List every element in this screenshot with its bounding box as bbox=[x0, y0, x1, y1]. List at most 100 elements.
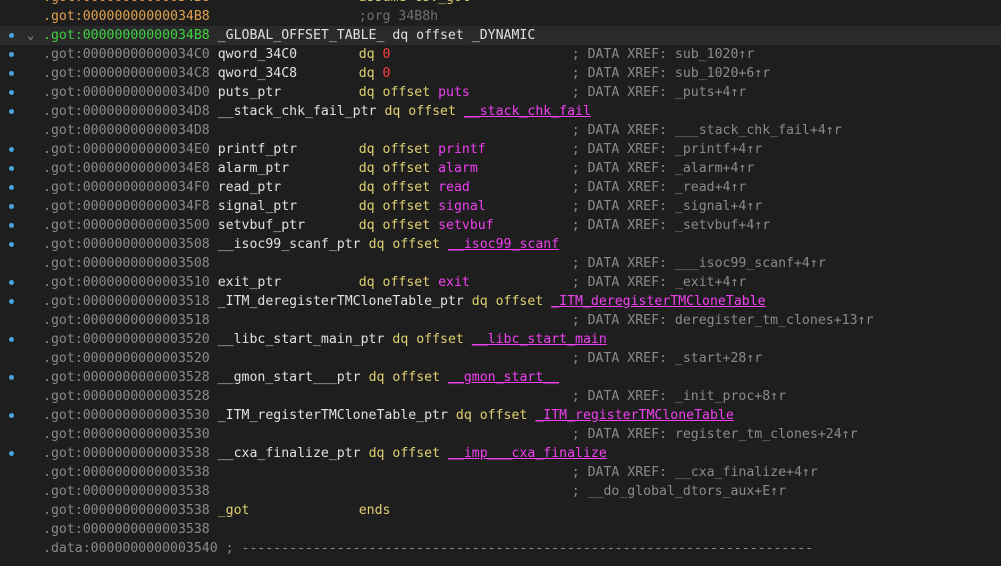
disassembly-view[interactable]: .got:00000000000034B8 assume cs:_got.got… bbox=[0, 0, 1001, 558]
listing-line[interactable]: .got:0000000000003500 setvbuf_ptr dq offs… bbox=[0, 216, 1001, 235]
xref-comment[interactable]: ; DATA XREF: _init_proc+8↑r bbox=[572, 389, 786, 404]
xref-comment[interactable]: ; DATA XREF: ___isoc99_scanf+4↑r bbox=[572, 256, 826, 271]
listing-line[interactable]: .got:0000000000003538 bbox=[0, 520, 1001, 539]
listing-line[interactable]: .got:0000000000003530 _ITM_registerTMClo… bbox=[0, 406, 1001, 425]
listing-line[interactable]: .got:0000000000003510 exit_ptr dq offset … bbox=[0, 273, 1001, 292]
operand-value[interactable]: __gmon_start__ bbox=[448, 370, 559, 385]
breakpoint-dot-icon[interactable] bbox=[9, 52, 14, 57]
listing-line[interactable]: .got:0000000000003508 __isoc99_scanf_ptr… bbox=[0, 235, 1001, 254]
xref-comment[interactable]: ; DATA XREF: _setvbuf+4↑r bbox=[572, 218, 771, 233]
label-name[interactable]: _ITM_deregisterTMCloneTable_ptr bbox=[218, 294, 464, 309]
listing-line[interactable]: .got:0000000000003530 ; DATA XREF: regis… bbox=[0, 425, 1001, 444]
listing-line[interactable]: .got:0000000000003528 __gmon_start___ptr… bbox=[0, 368, 1001, 387]
label-name[interactable]: __gmon_start___ptr bbox=[218, 370, 361, 385]
label-name[interactable]: qword_34C8 bbox=[218, 64, 359, 83]
xref-comment[interactable]: ; DATA XREF: _signal+4↑r bbox=[572, 199, 763, 214]
listing-line[interactable]: .got:0000000000003538 ; DATA XREF: __cxa… bbox=[0, 463, 1001, 482]
operand-value[interactable]: _ITM_registerTMCloneTable bbox=[535, 408, 734, 423]
xref-comment[interactable]: ; DATA XREF: deregister_tm_clones+13↑r bbox=[572, 313, 874, 328]
listing-line[interactable]: .got:0000000000003508 ; DATA XREF: ___is… bbox=[0, 254, 1001, 273]
label-name[interactable]: setvbuf_ptr bbox=[218, 216, 359, 235]
xref-comment[interactable]: ; __do_global_dtors_aux+E↑r bbox=[572, 484, 786, 499]
label-name[interactable]: __stack_chk_fail_ptr bbox=[218, 104, 377, 119]
xref-comment[interactable]: ; DATA XREF: ___stack_chk_fail+4↑r bbox=[572, 123, 842, 138]
label-name[interactable]: read_ptr bbox=[218, 178, 359, 197]
listing-line[interactable]: .got:0000000000003520 ; DATA XREF: _star… bbox=[0, 349, 1001, 368]
listing-line[interactable]: .got:00000000000034E0 printf_ptr dq offse… bbox=[0, 140, 1001, 159]
listing-line[interactable]: .got:0000000000003518 _ITM_deregisterTMC… bbox=[0, 292, 1001, 311]
fold-chevron-icon[interactable]: ⌄ bbox=[27, 26, 34, 45]
breakpoint-dot-icon[interactable] bbox=[9, 223, 14, 228]
listing-line[interactable]: .got:00000000000034B8 assume cs:_got bbox=[0, 0, 1001, 7]
label-name[interactable]: __isoc99_scanf_ptr bbox=[218, 237, 361, 252]
listing-line[interactable]: .got:00000000000034C8 qword_34C8 dq 0; DA… bbox=[0, 64, 1001, 83]
xref-comment[interactable]: ; DATA XREF: _puts+4↑r bbox=[572, 85, 747, 100]
listing-line[interactable]: .got:0000000000003538 __cxa_finalize_ptr… bbox=[0, 444, 1001, 463]
xref-comment[interactable]: ; DATA XREF: __cxa_finalize+4↑r bbox=[572, 465, 818, 480]
breakpoint-dot-icon[interactable] bbox=[9, 71, 14, 76]
listing-line[interactable]: .got:00000000000034D0 puts_ptr dq offset … bbox=[0, 83, 1001, 102]
breakpoint-dot-icon[interactable] bbox=[9, 33, 14, 38]
listing-line[interactable]: .got:00000000000034E8 alarm_ptr dq offset… bbox=[0, 159, 1001, 178]
segment-name[interactable]: _got bbox=[218, 501, 359, 520]
operand-value[interactable]: __isoc99_scanf bbox=[448, 237, 559, 252]
breakpoint-dot-icon[interactable] bbox=[9, 147, 14, 152]
operand-value[interactable]: printf bbox=[438, 142, 486, 157]
listing-line[interactable]: .got:00000000000034D8 ; DATA XREF: ___st… bbox=[0, 121, 1001, 140]
operand-value[interactable]: alarm bbox=[438, 161, 478, 176]
breakpoint-dot-icon[interactable] bbox=[9, 337, 14, 342]
xref-comment[interactable]: ; DATA XREF: sub_1020↑r bbox=[572, 47, 755, 62]
listing-line[interactable]: .got:0000000000003520 __libc_start_main_… bbox=[0, 330, 1001, 349]
listing-line[interactable]: .got:0000000000003528 ; DATA XREF: _init… bbox=[0, 387, 1001, 406]
listing-line[interactable]: .data:0000000000003540 ; ---------------… bbox=[0, 539, 1001, 558]
operand-value[interactable]: __libc_start_main bbox=[472, 332, 607, 347]
operand-value[interactable]: 0 bbox=[383, 66, 391, 81]
operand-value[interactable]: read bbox=[438, 180, 470, 195]
xref-comment[interactable]: ; DATA XREF: _exit+4↑r bbox=[572, 275, 747, 290]
label-name[interactable]: signal_ptr bbox=[218, 197, 359, 216]
listing-line[interactable]: .got:00000000000034F0 read_ptr dq offset … bbox=[0, 178, 1001, 197]
operand-value[interactable]: __imp___cxa_finalize bbox=[448, 446, 607, 461]
breakpoint-dot-icon[interactable] bbox=[9, 375, 14, 380]
breakpoint-dot-icon[interactable] bbox=[9, 166, 14, 171]
listing-line[interactable]: .got:0000000000003518 ; DATA XREF: dereg… bbox=[0, 311, 1001, 330]
label-name[interactable]: qword_34C0 bbox=[218, 45, 359, 64]
xref-comment[interactable]: ; DATA XREF: register_tm_clones+24↑r bbox=[572, 427, 858, 442]
breakpoint-dot-icon[interactable] bbox=[9, 204, 14, 209]
operand-value[interactable]: puts bbox=[438, 85, 470, 100]
breakpoint-dot-icon[interactable] bbox=[9, 413, 14, 418]
operand-value[interactable]: _ITM_deregisterTMCloneTable bbox=[551, 294, 765, 309]
listing-line[interactable]: .got:0000000000003538 ; __do_global_dtor… bbox=[0, 482, 1001, 501]
breakpoint-dot-icon[interactable] bbox=[9, 299, 14, 304]
label-name[interactable]: exit_ptr bbox=[218, 273, 359, 292]
breakpoint-dot-icon[interactable] bbox=[9, 242, 14, 247]
label-name[interactable]: _GLOBAL_OFFSET_TABLE_ dq offset _DYNAMIC bbox=[218, 28, 536, 43]
xref-comment[interactable]: ; DATA XREF: _alarm+4↑r bbox=[572, 161, 755, 176]
operand-value[interactable]: signal bbox=[438, 199, 486, 214]
operand-value[interactable]: 0 bbox=[383, 47, 391, 62]
xref-comment[interactable]: ; DATA XREF: _start+28↑r bbox=[572, 351, 763, 366]
listing-line[interactable]: .got:0000000000003538 _got ends bbox=[0, 501, 1001, 520]
label-name[interactable]: printf_ptr bbox=[218, 140, 359, 159]
xref-comment[interactable]: ; DATA XREF: _read+4↑r bbox=[572, 180, 747, 195]
breakpoint-dot-icon[interactable] bbox=[9, 90, 14, 95]
listing-line[interactable]: .got:00000000000034D8 __stack_chk_fail_p… bbox=[0, 102, 1001, 121]
breakpoint-dot-icon[interactable] bbox=[9, 185, 14, 190]
breakpoint-dot-icon[interactable] bbox=[9, 280, 14, 285]
operand-value[interactable]: setvbuf bbox=[438, 218, 494, 233]
xref-comment[interactable]: ; DATA XREF: sub_1020+6↑r bbox=[572, 66, 771, 81]
label-name[interactable]: __cxa_finalize_ptr bbox=[218, 446, 361, 461]
xref-comment[interactable]: ; DATA XREF: _printf+4↑r bbox=[572, 142, 763, 157]
label-name[interactable]: puts_ptr bbox=[218, 83, 359, 102]
label-name[interactable]: _ITM_registerTMCloneTable_ptr bbox=[218, 408, 448, 423]
listing-line[interactable]: .got:00000000000034F8 signal_ptr dq offse… bbox=[0, 197, 1001, 216]
listing-line[interactable]: .got:00000000000034C0 qword_34C0 dq 0; DA… bbox=[0, 45, 1001, 64]
breakpoint-dot-icon[interactable] bbox=[9, 451, 14, 456]
operand-value[interactable]: __stack_chk_fail bbox=[464, 104, 591, 119]
listing-line[interactable]: ⌄ .got:00000000000034B8 _GLOBAL_OFFSET_TA… bbox=[0, 26, 1001, 45]
breakpoint-dot-icon[interactable] bbox=[9, 109, 14, 114]
listing-line[interactable]: .got:00000000000034B8 ;org 34B8h bbox=[0, 7, 1001, 26]
label-name[interactable]: alarm_ptr bbox=[218, 159, 359, 178]
label-name[interactable]: __libc_start_main_ptr bbox=[218, 332, 385, 347]
operand-value[interactable]: exit bbox=[438, 275, 470, 290]
